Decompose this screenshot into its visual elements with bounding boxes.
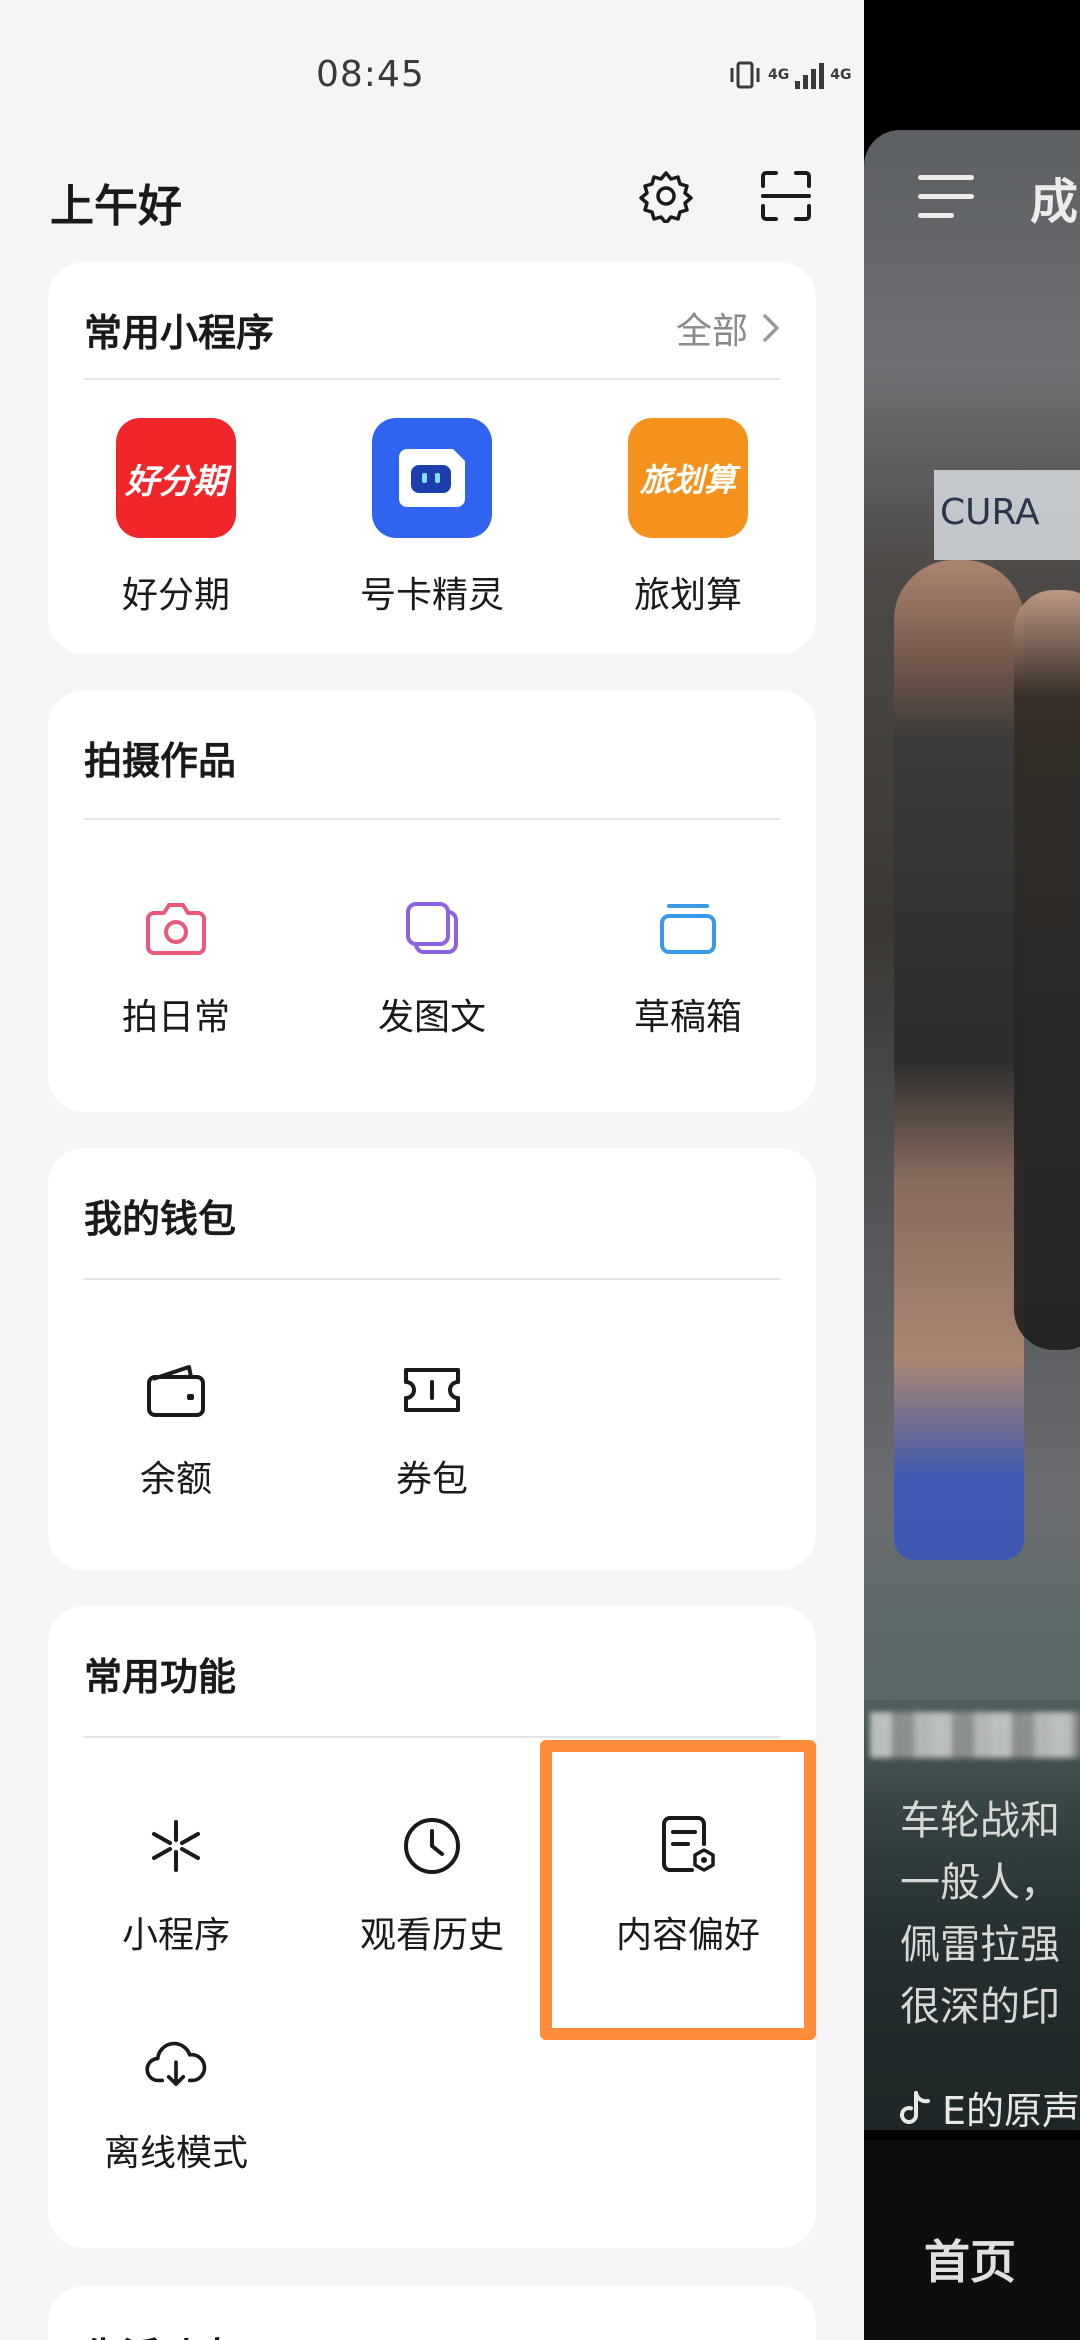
lvhuasuan-logo-text: 旅划算 <box>639 461 736 499</box>
mini-programs-title: 常用小程序 <box>84 311 275 355</box>
banner-text: CURA <box>940 492 1040 533</box>
post-image-text-button[interactable]: 发图文 <box>304 896 560 1040</box>
life-updates-card: 生活动态 <box>48 2286 816 2340</box>
balance-label: 余额 <box>139 1459 212 1500</box>
works-title: 拍摄作品 <box>84 739 237 783</box>
side-drawer: 08:45 4G 4G 上午好 常用小程序 全部 好分期 好分期 号卡精灵 旅划… <box>0 0 864 2340</box>
haofenqi-logo-text: 好分期 <box>125 461 227 502</box>
lvhuasuan-app-icon: 旅划算 <box>628 418 748 538</box>
music-note-icon <box>900 2090 930 2124</box>
functions-title: 常用功能 <box>84 1655 237 1699</box>
wallet-icon <box>144 1358 208 1422</box>
coupon-pack-button[interactable]: 券包 <box>304 1358 560 1502</box>
top-tab-label[interactable]: 成 <box>1030 162 1078 232</box>
highlight-box <box>540 1740 816 2040</box>
video-person <box>1014 590 1080 1350</box>
caption-line: 佩雷拉强 <box>900 1922 1060 1968</box>
mini-program-label: 小程序 <box>121 1915 230 1956</box>
mini-program-icon <box>144 1814 208 1878</box>
mini-program-label: 旅划算 <box>633 575 742 616</box>
wallet-title: 我的钱包 <box>84 1197 237 1241</box>
card-divider <box>84 818 780 820</box>
card-divider <box>84 378 780 380</box>
caption-line: 车轮战和 <box>900 1798 1060 1844</box>
gear-icon <box>639 171 693 223</box>
caption-line: 一般人， <box>900 1860 1060 1906</box>
card-divider <box>84 1278 780 1280</box>
video-person <box>894 560 1024 1560</box>
camera-icon <box>144 896 208 960</box>
status-time: 08:45 <box>316 54 425 95</box>
drafts-label: 草稿箱 <box>633 997 742 1038</box>
music-text: E的原声 <box>942 2089 1080 2133</box>
mini-program-label: 号卡精灵 <box>359 575 504 616</box>
greeting-title: 上午好 <box>50 181 182 232</box>
watch-history-label: 观看历史 <box>359 1915 504 1956</box>
settings-button[interactable] <box>634 164 698 228</box>
mini-program-haoka[interactable]: 号卡精灵 <box>304 418 560 618</box>
post-image-text-label: 发图文 <box>377 997 486 1038</box>
mini-program-button[interactable]: 小程序 <box>48 1814 304 1958</box>
see-all-label: 全部 <box>675 311 748 352</box>
video-caption: 车轮战和 一般人， 佩雷拉强 很深的印 <box>900 1790 1060 2038</box>
menu-icon[interactable] <box>918 175 974 219</box>
drawer-header: 上午好 <box>0 150 864 250</box>
haoka-app-icon <box>372 418 492 538</box>
vibrate-icon <box>730 61 760 89</box>
card-divider <box>84 1736 780 1738</box>
image-stack-icon <box>400 896 464 960</box>
offline-mode-button[interactable]: 离线模式 <box>48 2032 304 2176</box>
scan-button[interactable] <box>754 164 818 228</box>
scan-icon <box>761 171 811 221</box>
shoot-daily-label: 拍日常 <box>121 997 230 1038</box>
drafts-button[interactable]: 草稿箱 <box>560 896 816 1040</box>
wallet-card: 我的钱包 余额 券包 <box>48 1148 816 1570</box>
mini-program-label: 好分期 <box>121 575 230 616</box>
balance-button[interactable]: 余额 <box>48 1358 304 1502</box>
sim-card-robot-icon <box>399 449 465 507</box>
mini-program-lvhuasuan[interactable]: 旅划算 旅划算 <box>560 418 816 618</box>
bottom-nav: 首页 <box>864 2140 1080 2340</box>
caption-line: 很深的印 <box>900 1984 1060 2030</box>
network-type-1: 4G <box>768 67 790 83</box>
drafts-box-icon <box>656 896 720 960</box>
clock-icon <box>400 1814 464 1878</box>
chevron-right-icon <box>763 314 779 342</box>
offline-mode-label: 离线模式 <box>103 2133 248 2174</box>
mini-programs-card: 常用小程序 全部 好分期 好分期 号卡精灵 旅划算 旅划算 <box>48 262 816 654</box>
blurred-username <box>870 1712 1080 1758</box>
nav-home-tab[interactable]: 首页 <box>924 2226 1016 2292</box>
mini-program-haofenqi[interactable]: 好分期 好分期 <box>48 418 304 618</box>
shoot-daily-button[interactable]: 拍日常 <box>48 896 304 1040</box>
life-updates-title: 生活动态 <box>84 2326 236 2340</box>
see-all-link[interactable]: 全部 <box>676 302 780 354</box>
gym-banner: CURA <box>934 470 1080 560</box>
coupon-icon <box>400 1358 464 1422</box>
haofenqi-app-icon: 好分期 <box>116 418 236 538</box>
coupon-pack-label: 券包 <box>395 1459 468 1500</box>
music-info[interactable]: E的原声 <box>900 2080 1080 2135</box>
works-card: 拍摄作品 拍日常 发图文 草稿箱 <box>48 690 816 1112</box>
watch-history-button[interactable]: 观看历史 <box>304 1814 560 1958</box>
status-icons: 4G 4G <box>728 60 851 90</box>
network-type-2: 4G <box>830 67 852 83</box>
status-bar: 08:45 4G 4G <box>0 0 864 150</box>
signal-bars-icon <box>795 61 825 89</box>
cloud-download-icon <box>144 2032 208 2096</box>
